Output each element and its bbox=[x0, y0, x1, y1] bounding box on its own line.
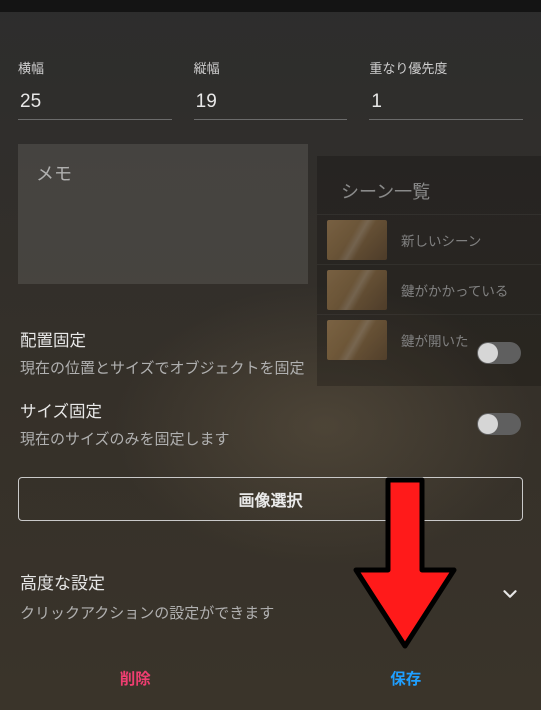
height-input[interactable] bbox=[194, 87, 348, 120]
object-settings-panel: 横幅 縦幅 重なり優先度 シーン一覧 新しいシーン 鍵がかかっている 鍵が開いた bbox=[0, 12, 541, 625]
scene-list-title: シーン一覧 bbox=[317, 156, 541, 214]
delete-button[interactable]: 削除 bbox=[0, 667, 271, 689]
lock-size-row: サイズ固定 現在のサイズのみを固定します bbox=[18, 388, 523, 459]
scene-thumbnail bbox=[327, 220, 387, 260]
zindex-label: 重なり優先度 bbox=[369, 58, 523, 77]
lock-size-toggle[interactable] bbox=[477, 413, 521, 435]
width-field: 横幅 bbox=[18, 58, 172, 120]
zindex-input[interactable] bbox=[369, 87, 523, 120]
toggle-knob bbox=[478, 414, 498, 434]
zindex-field: 重なり優先度 bbox=[369, 58, 523, 120]
scene-item[interactable]: 新しいシーン bbox=[317, 214, 541, 264]
advanced-desc: クリックアクションの設定ができます bbox=[20, 602, 274, 623]
lock-position-toggle[interactable] bbox=[477, 342, 521, 364]
width-label: 横幅 bbox=[18, 58, 172, 77]
width-input[interactable] bbox=[18, 87, 172, 120]
scene-item-label: 鍵がかかっている bbox=[401, 280, 508, 300]
chevron-down-icon bbox=[499, 583, 521, 610]
lock-size-texts: サイズ固定 現在のサイズのみを固定します bbox=[20, 398, 465, 449]
top-bar bbox=[0, 0, 541, 12]
toggle-knob bbox=[478, 343, 498, 363]
advanced-texts: 高度な設定 クリックアクションの設定ができます bbox=[20, 569, 274, 623]
height-field: 縦幅 bbox=[194, 58, 348, 120]
memo-textarea[interactable] bbox=[18, 144, 308, 284]
lock-size-desc: 現在のサイズのみを固定します bbox=[20, 428, 465, 449]
lock-size-title: サイズ固定 bbox=[20, 398, 465, 422]
scene-thumbnail bbox=[327, 320, 387, 360]
scene-item-label: 新しいシーン bbox=[401, 230, 481, 250]
scene-item-label: 鍵が開いた bbox=[401, 330, 469, 350]
image-select-button[interactable]: 画像選択 bbox=[18, 477, 523, 521]
advanced-settings-row[interactable]: 高度な設定 クリックアクションの設定ができます bbox=[18, 567, 523, 625]
save-button[interactable]: 保存 bbox=[271, 667, 541, 689]
scene-thumbnail bbox=[327, 270, 387, 310]
height-label: 縦幅 bbox=[194, 58, 348, 77]
advanced-title: 高度な設定 bbox=[20, 569, 274, 594]
dimension-fields: 横幅 縦幅 重なり優先度 bbox=[18, 18, 523, 120]
footer-actions: 削除 保存 bbox=[0, 646, 541, 710]
scene-item[interactable]: 鍵がかかっている bbox=[317, 264, 541, 314]
